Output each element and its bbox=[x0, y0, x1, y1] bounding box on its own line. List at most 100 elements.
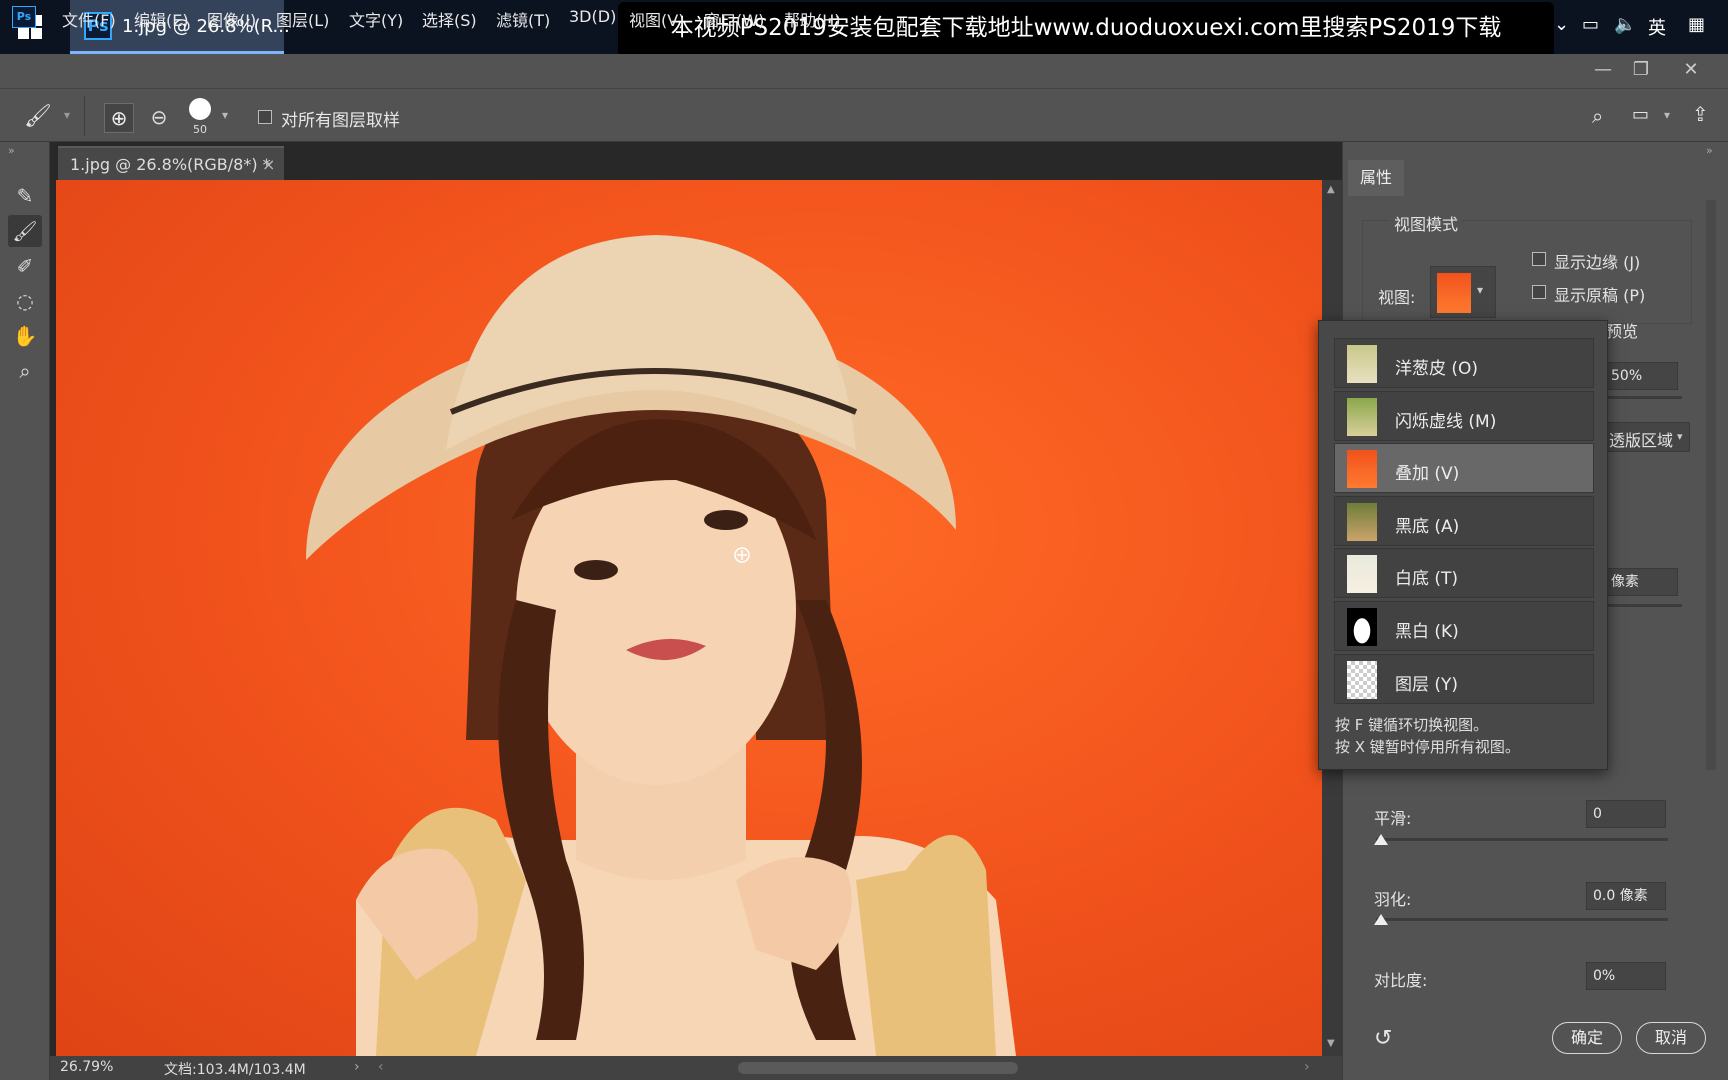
view-option-thumbnail bbox=[1347, 555, 1377, 594]
smooth-field[interactable]: 0 bbox=[1586, 800, 1666, 828]
share-icon[interactable]: ⇪ bbox=[1692, 102, 1709, 126]
view-option-layer[interactable]: 图层 (Y) bbox=[1334, 653, 1594, 704]
region-chevron-icon[interactable]: ▾ bbox=[1677, 430, 1683, 443]
scroll-right-icon[interactable]: › bbox=[1304, 1059, 1310, 1075]
scroll-down-icon[interactable]: ▼ bbox=[1327, 1038, 1335, 1049]
menu-type[interactable]: 文字(Y) bbox=[349, 7, 403, 31]
opacity-field[interactable]: 50% bbox=[1604, 362, 1678, 390]
tab-properties[interactable]: 属性 bbox=[1348, 160, 1404, 196]
smooth-label: 平滑: bbox=[1374, 809, 1412, 828]
radius-slider[interactable] bbox=[1604, 604, 1682, 607]
view-option-marching[interactable]: 闪烁虚线 (M) bbox=[1334, 390, 1594, 441]
menu-image[interactable]: 图像(I) bbox=[207, 7, 256, 31]
view-option-thumbnail bbox=[1347, 660, 1377, 699]
quick-selection-tool-icon[interactable]: ✎ bbox=[8, 180, 42, 212]
show-original-checkbox[interactable] bbox=[1532, 285, 1546, 299]
collapse-panel-icon[interactable]: » bbox=[1706, 144, 1713, 157]
hint-cycle-views: 按 F 键循环切换视图。 bbox=[1335, 716, 1489, 734]
workspace-chevron-icon[interactable]: ▾ bbox=[1664, 108, 1670, 122]
image-canvas[interactable] bbox=[56, 180, 1322, 1056]
workspace-icon[interactable]: ▭ bbox=[1632, 104, 1649, 125]
menu-help[interactable]: 帮助(H) bbox=[784, 7, 841, 31]
ok-button[interactable]: 确定 bbox=[1552, 1022, 1622, 1054]
menu-3d[interactable]: 3D(D) bbox=[569, 7, 616, 26]
refine-edge-brush-tool-icon[interactable]: 🖌 bbox=[8, 215, 42, 247]
brush-size-preview-icon[interactable] bbox=[189, 98, 211, 120]
view-option-thumbnail bbox=[1347, 608, 1377, 646]
volume-icon[interactable]: 🔈 bbox=[1614, 14, 1636, 35]
close-icon[interactable]: ✕ bbox=[1670, 57, 1712, 83]
feather-slider[interactable] bbox=[1376, 918, 1668, 921]
menu-filter[interactable]: 滤镜(T) bbox=[496, 7, 550, 31]
show-edge-label: 显示边缘 (J) bbox=[1554, 253, 1641, 272]
panel-scrollbar[interactable] bbox=[1706, 200, 1716, 770]
status-bar: 26.79% 文档:103.4M/103.4M › ‹ › bbox=[50, 1056, 1342, 1080]
network-icon[interactable]: ▭ bbox=[1582, 14, 1599, 35]
view-option-label: 闪烁虚线 (M) bbox=[1395, 411, 1497, 432]
menu-window[interactable]: 窗口(W) bbox=[704, 7, 764, 31]
input-keyboard-icon[interactable]: ▦ bbox=[1688, 14, 1705, 35]
menu-select[interactable]: 选择(S) bbox=[422, 7, 477, 31]
left-eye bbox=[574, 560, 618, 580]
brush-tool-icon[interactable]: ✐ bbox=[8, 250, 42, 282]
view-option-label: 黑白 (K) bbox=[1395, 622, 1459, 642]
reset-icon[interactable]: ↺ bbox=[1374, 1026, 1392, 1051]
add-to-region-icon[interactable]: ⊕ bbox=[104, 103, 134, 133]
menu-edit[interactable]: 编辑(E) bbox=[134, 7, 189, 31]
view-option-thumbnail bbox=[1347, 397, 1377, 436]
tools-panel bbox=[0, 142, 50, 1080]
region-select[interactable]: 透版区域 ▾ bbox=[1604, 422, 1690, 452]
menu-file[interactable]: 文件(F) bbox=[62, 7, 116, 31]
view-mode-selector[interactable]: ▾ bbox=[1430, 266, 1496, 318]
cancel-button[interactable]: 取消 bbox=[1636, 1022, 1706, 1054]
menu-view[interactable]: 视图(V) bbox=[629, 7, 684, 31]
brush-size-value: 50 bbox=[193, 123, 207, 136]
input-method-indicator[interactable]: 英 bbox=[1648, 14, 1666, 40]
lasso-tool-icon[interactable]: ◌ bbox=[8, 285, 42, 317]
document-size: 文档:103.4M/103.4M bbox=[164, 1062, 306, 1078]
portrait-photo bbox=[306, 235, 1016, 1056]
show-edge-checkbox[interactable] bbox=[1532, 252, 1546, 266]
feather-slider-thumb[interactable] bbox=[1374, 914, 1388, 925]
view-option-onwhite[interactable]: 白底 (T) bbox=[1334, 548, 1594, 599]
menu-layer[interactable]: 图层(L) bbox=[276, 7, 329, 31]
scroll-up-icon[interactable]: ▲ bbox=[1327, 184, 1335, 195]
view-option-overlay[interactable]: 叠加 (V) bbox=[1334, 443, 1594, 494]
view-option-label: 黑底 (A) bbox=[1395, 516, 1460, 537]
contrast-label: 对比度: bbox=[1374, 971, 1428, 990]
scroll-left-icon[interactable]: ‹ bbox=[378, 1059, 384, 1075]
smooth-slider-thumb[interactable] bbox=[1374, 834, 1388, 845]
status-arrow-icon[interactable]: › bbox=[354, 1059, 360, 1075]
sample-all-layers-checkbox[interactable] bbox=[258, 110, 272, 124]
radius-field[interactable]: 像素 bbox=[1604, 568, 1678, 596]
subtract-from-region-icon[interactable]: ⊖ bbox=[144, 103, 174, 133]
hand-tool-icon[interactable]: ✋ bbox=[8, 320, 42, 352]
view-option-thumbnail bbox=[1347, 345, 1377, 383]
search-icon[interactable]: ⌕ bbox=[1592, 104, 1603, 128]
document-tab[interactable]: 1.jpg @ 26.8%(RGB/8*) * × bbox=[58, 146, 284, 180]
zoom-level[interactable]: 26.79% bbox=[60, 1059, 113, 1075]
opacity-slider[interactable] bbox=[1604, 396, 1682, 399]
contrast-field[interactable]: 0% bbox=[1586, 962, 1666, 990]
collapse-toolbar-icon[interactable]: » bbox=[8, 144, 15, 157]
close-tab-icon[interactable]: × bbox=[262, 155, 275, 174]
restore-icon[interactable]: ❐ bbox=[1620, 57, 1662, 83]
view-option-bw[interactable]: 黑白 (K) bbox=[1334, 601, 1594, 651]
tray-overflow-chevron-icon[interactable]: ⌄ bbox=[1554, 14, 1569, 35]
brush-size-chevron-icon[interactable]: ▾ bbox=[222, 108, 228, 122]
hint-disable-views: 按 X 键暂时停用所有视图。 bbox=[1335, 738, 1520, 756]
minimize-icon[interactable]: — bbox=[1582, 57, 1624, 83]
view-option-thumbnail bbox=[1347, 502, 1377, 541]
view-option-label: 白底 (T) bbox=[1395, 569, 1459, 590]
document-tab-title: 1.jpg @ 26.8%(RGB/8*) * bbox=[70, 155, 271, 174]
view-label: 视图: bbox=[1378, 288, 1416, 307]
zoom-tool-icon[interactable]: ⌕ bbox=[8, 355, 42, 387]
feather-field[interactable]: 0.0 像素 bbox=[1586, 882, 1666, 910]
view-option-onblack[interactable]: 黑底 (A) bbox=[1334, 495, 1594, 546]
smooth-slider[interactable] bbox=[1376, 838, 1668, 841]
canvas-horizontal-scroll-thumb[interactable] bbox=[738, 1062, 1018, 1074]
refine-brush-preset-icon[interactable]: 🖌 bbox=[24, 104, 52, 129]
view-option-onion[interactable]: 洋葱皮 (O) bbox=[1334, 338, 1594, 388]
preset-chevron-icon[interactable]: ▾ bbox=[64, 108, 70, 122]
view-chevron-icon[interactable]: ▾ bbox=[1477, 283, 1483, 297]
